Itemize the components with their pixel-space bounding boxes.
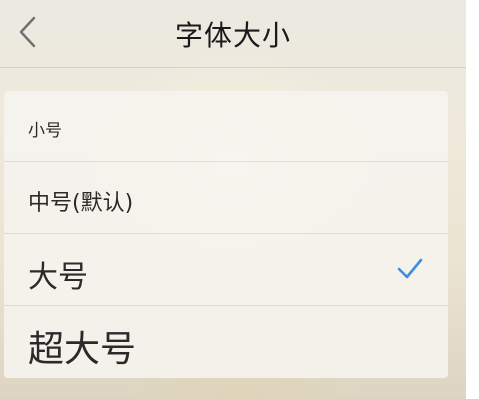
option-medium-default[interactable]: 中号(默认) [4,162,448,234]
option-small[interactable]: 小号 [4,91,448,162]
option-small-label: 小号 [28,121,62,141]
option-large[interactable]: 大号 [4,234,448,306]
nav-header: 字体大小 [0,0,466,68]
option-extra-large[interactable]: 超大号 [4,306,448,378]
option-extra-large-label: 超大号 [28,329,137,370]
page-title: 字体大小 [174,19,291,52]
font-size-options-card: 小号 中号(默认) 大号 超大号 [4,91,448,378]
right-edge-strip [466,0,479,399]
option-large-label: 大号 [28,260,88,295]
option-medium-label: 中号(默认) [28,191,134,216]
checkmark-icon [396,256,424,286]
